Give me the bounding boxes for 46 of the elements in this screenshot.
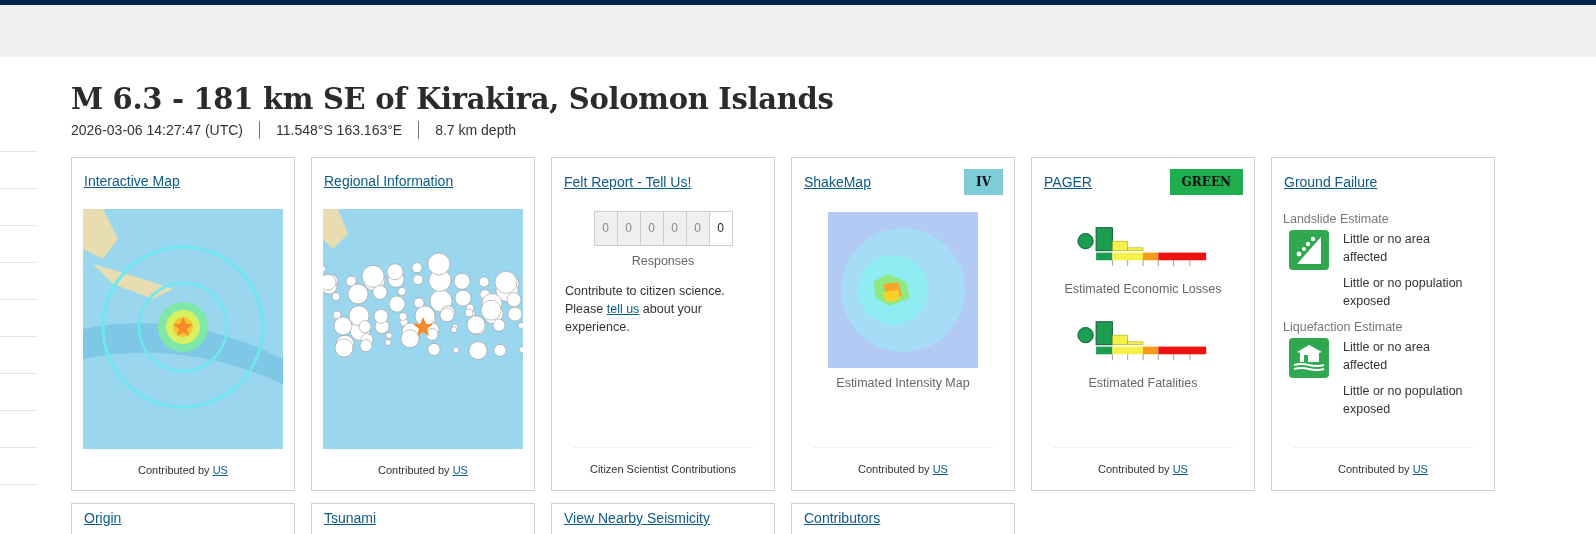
estimate-heading: Landslide Estimate xyxy=(1283,212,1390,226)
estimate-text: Little or no area affected xyxy=(1343,339,1431,374)
estimate-text: Little or no area affected xyxy=(1343,231,1431,266)
landslide-icon xyxy=(1289,230,1329,270)
contributor-link[interactable]: US xyxy=(212,464,228,477)
card-title-link[interactable]: Regional Information xyxy=(323,172,454,189)
event-detail: 11.548°S 163.163°E xyxy=(259,121,419,139)
counter-digit: 0 xyxy=(663,212,687,245)
event-detail: 8.7 km depth xyxy=(418,121,533,139)
card-title-link[interactable]: PAGER xyxy=(1043,174,1092,190)
contributor-note: Contributed by US xyxy=(1098,463,1188,475)
pager-caption: Estimated Fatalities xyxy=(1088,376,1198,390)
contributor-link[interactable]: US xyxy=(932,463,948,475)
alert-level-badge: GREEN xyxy=(1169,169,1243,195)
card-title-link[interactable]: Ground Failure xyxy=(1283,174,1378,190)
counter-caption: Responses xyxy=(631,254,695,268)
event-detail: 2026-03-06 14:27:47 (UTC) xyxy=(71,121,244,139)
sinking-house-icon xyxy=(1289,338,1329,378)
alert-level-badge: IV xyxy=(964,169,1003,195)
estimate-heading: Liquefaction Estimate xyxy=(1283,320,1404,334)
card-title-link[interactable]: Origin xyxy=(83,510,283,526)
felt-report-prompt: Contribute to citizen science. Please tell us about your experience. xyxy=(565,283,726,336)
card-title-link[interactable]: View Nearby Seismicity xyxy=(563,510,763,526)
contributor-note: Contributed by US xyxy=(858,463,948,475)
contributor-note: Contributed by US xyxy=(1338,463,1428,475)
counter-digit: 0 xyxy=(640,212,664,245)
counter-digit: 0 xyxy=(594,212,618,245)
tell-us-link[interactable]: tell us xyxy=(606,302,640,316)
event-title: M 6.3 - 181 km SE of Kirakira, Solomon Islands xyxy=(71,81,835,118)
card-title-link[interactable]: Contributors xyxy=(803,510,1003,526)
pager-caption: Estimated Economic Losses xyxy=(1064,282,1222,296)
card-footer: Citizen Scientist Contributions xyxy=(589,463,737,475)
contributor-link[interactable]: US xyxy=(452,464,468,477)
card-title-link[interactable]: Tsunami xyxy=(323,510,523,526)
contributor-note: Contributed by US xyxy=(378,464,468,477)
card-title-link[interactable]: Felt Report - Tell Us! xyxy=(563,174,692,190)
card-title-link[interactable]: ShakeMap xyxy=(803,174,871,190)
contributor-link[interactable]: US xyxy=(1412,463,1428,475)
estimate-text: Little or no population exposed xyxy=(1343,383,1464,418)
counter-digit: 0 xyxy=(617,212,641,245)
counter-digit: 0 xyxy=(686,212,710,245)
contributor-link[interactable]: US xyxy=(1172,463,1188,475)
card-title-link[interactable]: Interactive Map xyxy=(83,172,180,189)
estimate-text: Little or no population exposed xyxy=(1343,275,1464,310)
contributor-note: Contributed by US xyxy=(138,464,228,477)
shakemap-caption: Estimated Intensity Map xyxy=(836,376,970,390)
